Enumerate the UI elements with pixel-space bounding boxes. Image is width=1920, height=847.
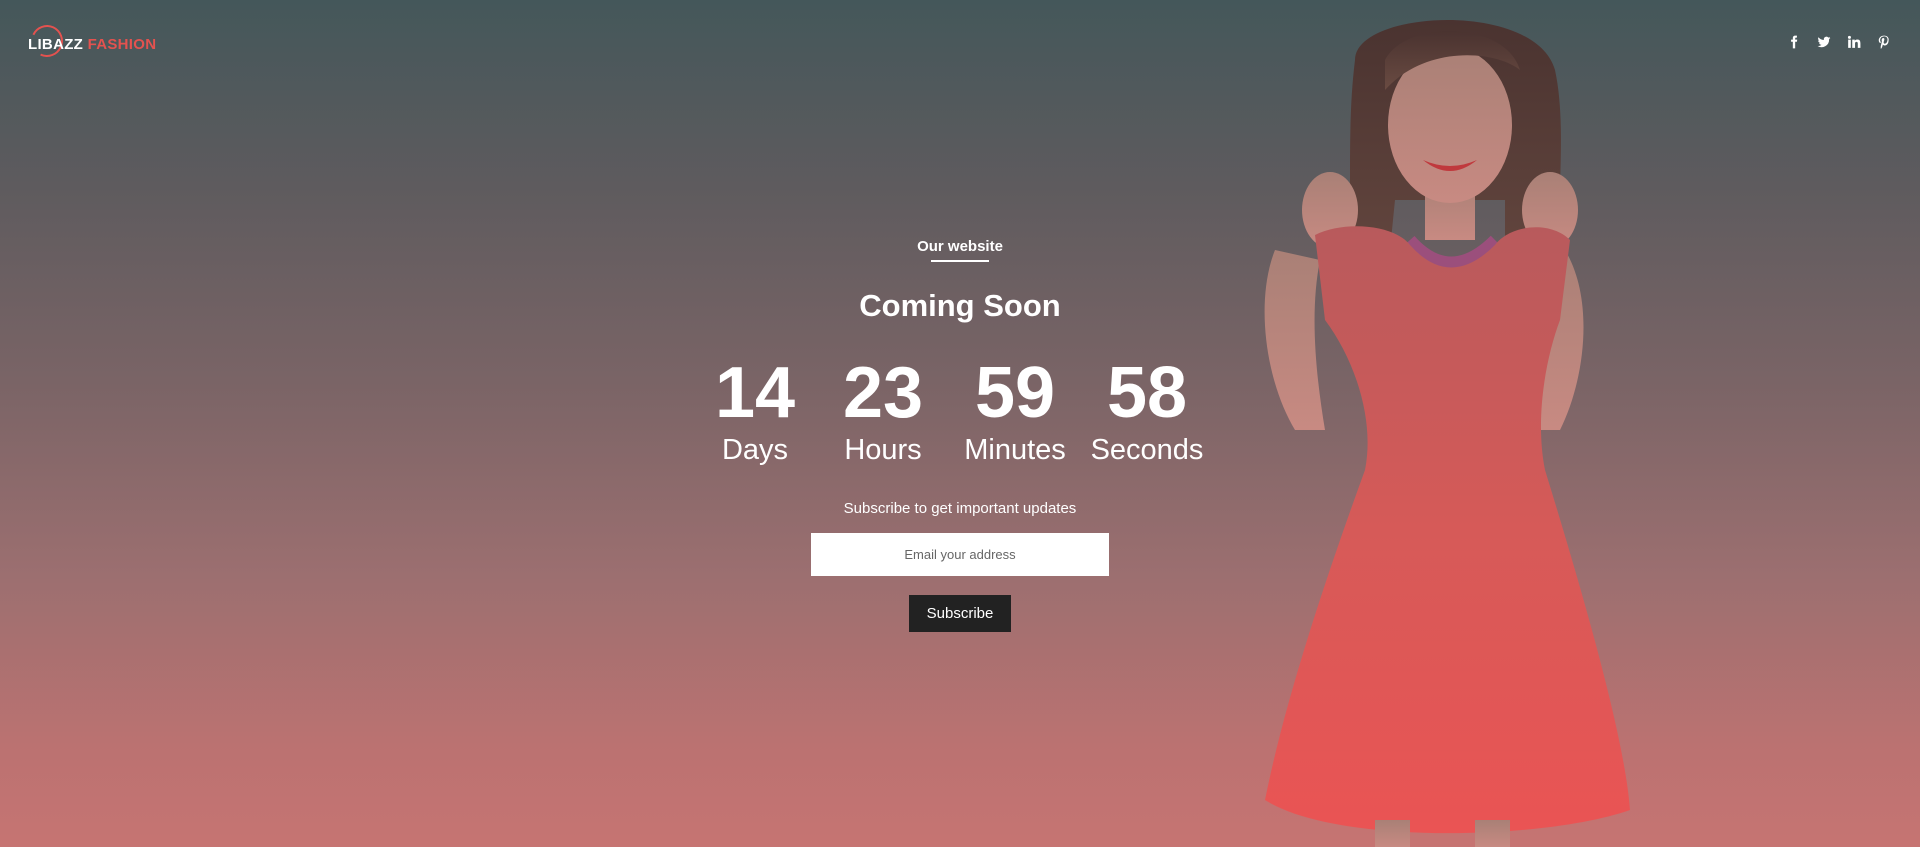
social-links [1786,34,1892,50]
hours-value: 23 [842,353,924,433]
page-title: Coming Soon [859,288,1061,323]
days-label: Days [721,434,789,466]
brand-name-primary: LIBAZZ [28,35,84,53]
countdown-hours: 23 Hours [818,355,948,467]
subscribe-note: Subscribe to get important updates [843,500,1077,517]
twitter-icon[interactable] [1816,34,1832,50]
days-value: 14 [714,353,796,433]
countdown-timer: 14 Days 23 Hours 59 Minutes 58 Seconds [690,355,1230,475]
brand-name-accent: FASHION [87,35,157,53]
hours-label: Hours [844,434,922,466]
brand-logo[interactable]: LIBAZZ FASHION [26,20,156,64]
email-input[interactable] [811,533,1109,576]
facebook-icon[interactable] [1786,34,1802,50]
pinterest-icon[interactable] [1876,34,1892,50]
minutes-value: 59 [974,353,1056,433]
countdown-seconds: 58 Seconds [1082,355,1212,467]
eyebrow-text: Our website [917,238,1003,255]
minutes-label: Minutes [964,434,1066,466]
linkedin-icon[interactable] [1846,34,1862,50]
seconds-value: 58 [1106,353,1188,433]
countdown-days: 14 Days [690,355,820,467]
seconds-label: Seconds [1090,434,1204,466]
eyebrow-underline [931,260,989,262]
hero-model-image [1205,0,1665,847]
brand-name: LIBAZZ FASHION [28,36,156,53]
subscribe-button[interactable]: Subscribe [909,595,1011,632]
coming-soon-page: LIBAZZ FASHION Our website Coming Soon 1… [0,0,1920,847]
countdown-minutes: 59 Minutes [950,355,1080,467]
